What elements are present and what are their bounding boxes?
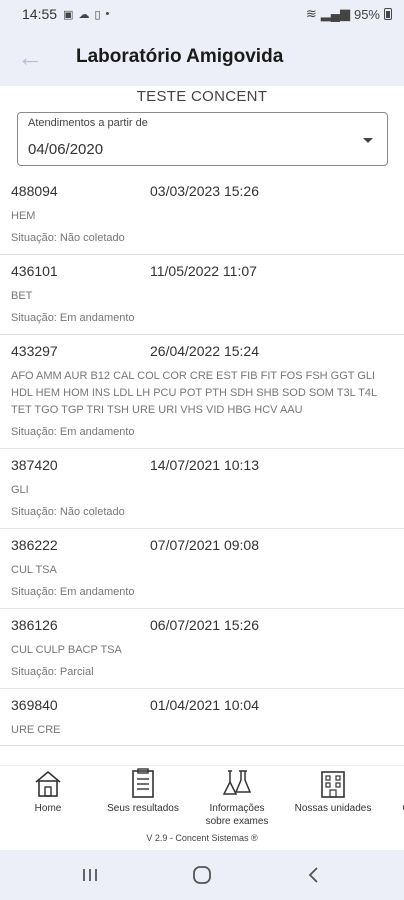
record-code: 436101 xyxy=(11,263,58,279)
record-exams: CUL CULP BACP TSA xyxy=(11,644,122,656)
record-status: Situação: Não coletado xyxy=(11,506,125,518)
record-item[interactable]: 386222 07/07/2021 09:08 CUL TSA Situação… xyxy=(0,529,404,609)
record-item[interactable]: 488094 03/03/2023 15:26 HEM Situação: Nã… xyxy=(0,175,404,255)
page-title: Laboratório Amigovida xyxy=(76,46,284,67)
nav-results[interactable]: Seus resultados xyxy=(100,768,186,815)
nav-units-label: Nossas unidades xyxy=(294,803,372,814)
home-system-button[interactable] xyxy=(188,862,216,888)
recent-apps-icon xyxy=(83,869,97,881)
record-datetime: 26/04/2022 15:24 xyxy=(150,343,259,359)
record-code: 488094 xyxy=(11,183,58,199)
signal-icon: ▂▄▆ xyxy=(320,6,350,21)
version-label: V 2.9 - Concent Sistemas ® xyxy=(146,833,258,843)
notification-icons: ▣ ☁ ▯ • xyxy=(63,8,109,21)
record-exams: BET xyxy=(11,290,33,302)
record-status: Situação: Parcial xyxy=(11,666,94,678)
lab-flask-icon xyxy=(222,770,252,795)
clipboard-icon xyxy=(132,768,154,798)
nav-info-label: Informações sobre exames xyxy=(205,803,269,827)
record-item[interactable]: 369840 01/04/2021 10:04 URE CRE xyxy=(0,689,404,746)
record-status: Situação: Em andamento xyxy=(11,312,135,324)
record-item[interactable]: 387420 14/07/2021 10:13 GLI Situação: Nã… xyxy=(0,449,404,529)
record-exams: URE CRE xyxy=(11,724,61,736)
record-datetime: 07/07/2021 09:08 xyxy=(150,537,259,553)
record-code: 386126 xyxy=(11,617,58,633)
record-exams: GLI xyxy=(11,484,29,496)
status-right: ≋ ▂▄▆ 95% xyxy=(306,6,392,22)
record-code: 433297 xyxy=(11,343,58,359)
date-filter-label: Atendimentos a partir de xyxy=(28,117,148,129)
nav-results-label: Seus resultados xyxy=(107,803,179,814)
battery-icon xyxy=(384,8,392,20)
record-code: 369840 xyxy=(11,697,58,713)
record-code: 386222 xyxy=(11,537,58,553)
dot-notification-icon: • xyxy=(105,8,110,20)
nav-home-label: Home xyxy=(34,803,62,814)
dropdown-arrow-icon xyxy=(363,138,373,143)
status-bar: 14:55 ▣ ☁ ▯ • ≋ ▂▄▆ 95% xyxy=(0,0,404,28)
record-datetime: 03/03/2023 15:26 xyxy=(150,183,259,199)
battery-percent: 95% xyxy=(353,6,380,22)
records-list[interactable]: 488094 03/03/2023 15:26 HEM Situação: Nã… xyxy=(0,175,404,765)
record-status: Situação: Em andamento xyxy=(11,586,135,598)
record-status: Situação: Não coletado xyxy=(11,232,125,244)
record-datetime: 14/07/2021 10:13 xyxy=(150,457,259,473)
wifi-icon: ≋ xyxy=(305,6,317,21)
image-notification-icon: ▣ xyxy=(63,8,74,21)
system-back-button[interactable] xyxy=(302,862,326,888)
patient-name: TESTE CONCENT xyxy=(136,88,268,105)
record-exams: HEM xyxy=(11,210,36,222)
nav-info[interactable]: Informações sobre exames xyxy=(198,768,276,828)
cloud-notification-icon: ☁ xyxy=(78,8,90,21)
record-item[interactable]: 386126 06/07/2021 15:26 CUL CULP BACP TS… xyxy=(0,609,404,689)
app-bar: ← Laboratório Amigovida xyxy=(0,28,404,86)
arrow-left-icon: ← xyxy=(17,41,43,72)
date-filter-value: 04/06/2020 xyxy=(28,141,104,158)
record-item[interactable]: 433297 26/04/2022 15:24 AFO AMM AUR B12 … xyxy=(0,335,404,449)
record-code: 387420 xyxy=(11,457,58,473)
date-filter-select[interactable]: Atendimentos a partir de 04/06/2020 xyxy=(17,112,388,166)
record-datetime: 06/07/2021 15:26 xyxy=(150,617,259,633)
record-exams: CUL TSA xyxy=(11,564,57,576)
circle-home-icon xyxy=(193,866,211,884)
nav-more[interactable]: C xyxy=(396,802,404,815)
record-item[interactable]: 436101 11/05/2022 11:07 BET Situação: Em… xyxy=(0,255,404,335)
system-nav-bar xyxy=(0,850,404,900)
status-time: 14:55 xyxy=(22,6,58,22)
recent-apps-button[interactable] xyxy=(78,862,102,888)
chevron-left-icon xyxy=(308,867,318,883)
record-datetime: 01/04/2021 10:04 xyxy=(150,697,259,713)
nav-units[interactable]: Nossas unidades xyxy=(288,768,378,815)
device-notification-icon: ▯ xyxy=(94,8,101,21)
record-exams: AFO AMM AUR B12 CAL COL COR CRE EST FIB … xyxy=(11,370,377,416)
record-status: Situação: Em andamento xyxy=(11,426,135,438)
back-button[interactable]: ← xyxy=(0,28,60,86)
home-icon xyxy=(35,770,61,797)
building-icon xyxy=(321,771,345,798)
record-datetime: 11/05/2022 11:07 xyxy=(150,263,257,279)
nav-home[interactable]: Home xyxy=(28,768,68,815)
